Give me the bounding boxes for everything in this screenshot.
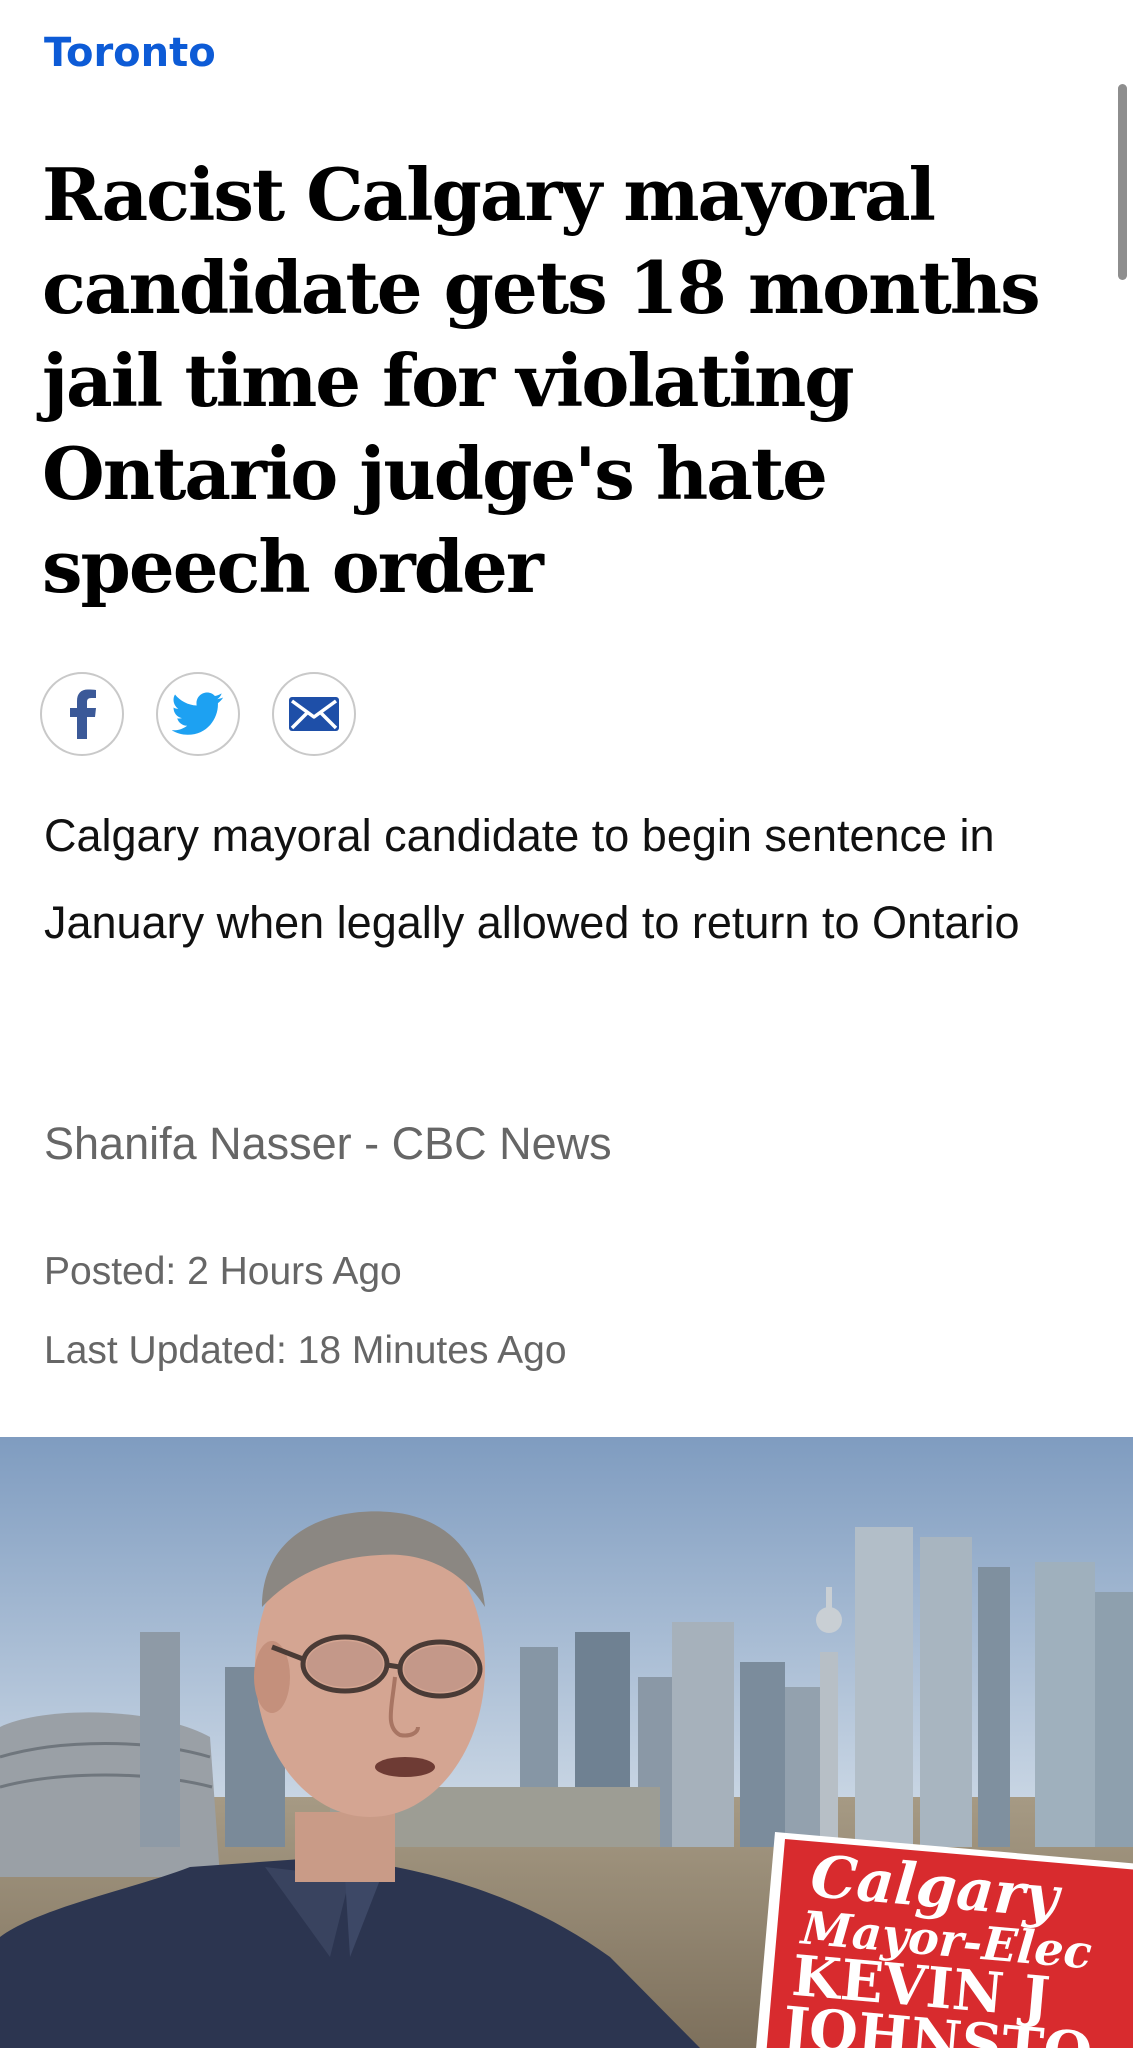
facebook-share-button[interactable] (40, 672, 124, 756)
campaign-sign: Calgary Mayor-Elec KEVIN J JOHNSTO (754, 1832, 1133, 2048)
facebook-icon (70, 689, 96, 739)
scrollbar[interactable] (1118, 84, 1127, 280)
stadium (0, 1712, 220, 1877)
article-headline: Racist Calgary mayoral candidate gets 18… (42, 152, 1041, 609)
byline: Shanifa Nasser - CBC News (44, 1118, 612, 1169)
email-share-button[interactable] (272, 672, 356, 756)
section-link[interactable]: Toronto (44, 30, 216, 76)
posted-timestamp: Posted: 2 Hours Ago (44, 1250, 402, 1293)
share-buttons (40, 672, 356, 756)
article-page: Toronto Racist Calgary mayoral candidate… (0, 0, 1133, 2048)
twitter-share-button[interactable] (156, 672, 240, 756)
article-dek: Calgary mayoral candidate to begin sente… (44, 810, 1020, 948)
email-icon (289, 697, 339, 731)
twitter-icon (172, 692, 224, 735)
hero-image[interactable]: Calgary Mayor-Elec KEVIN J JOHNSTO (0, 1437, 1133, 2048)
hero-photo: Calgary Mayor-Elec KEVIN J JOHNSTO (0, 1437, 1133, 2048)
updated-timestamp: Last Updated: 18 Minutes Ago (44, 1329, 567, 1372)
